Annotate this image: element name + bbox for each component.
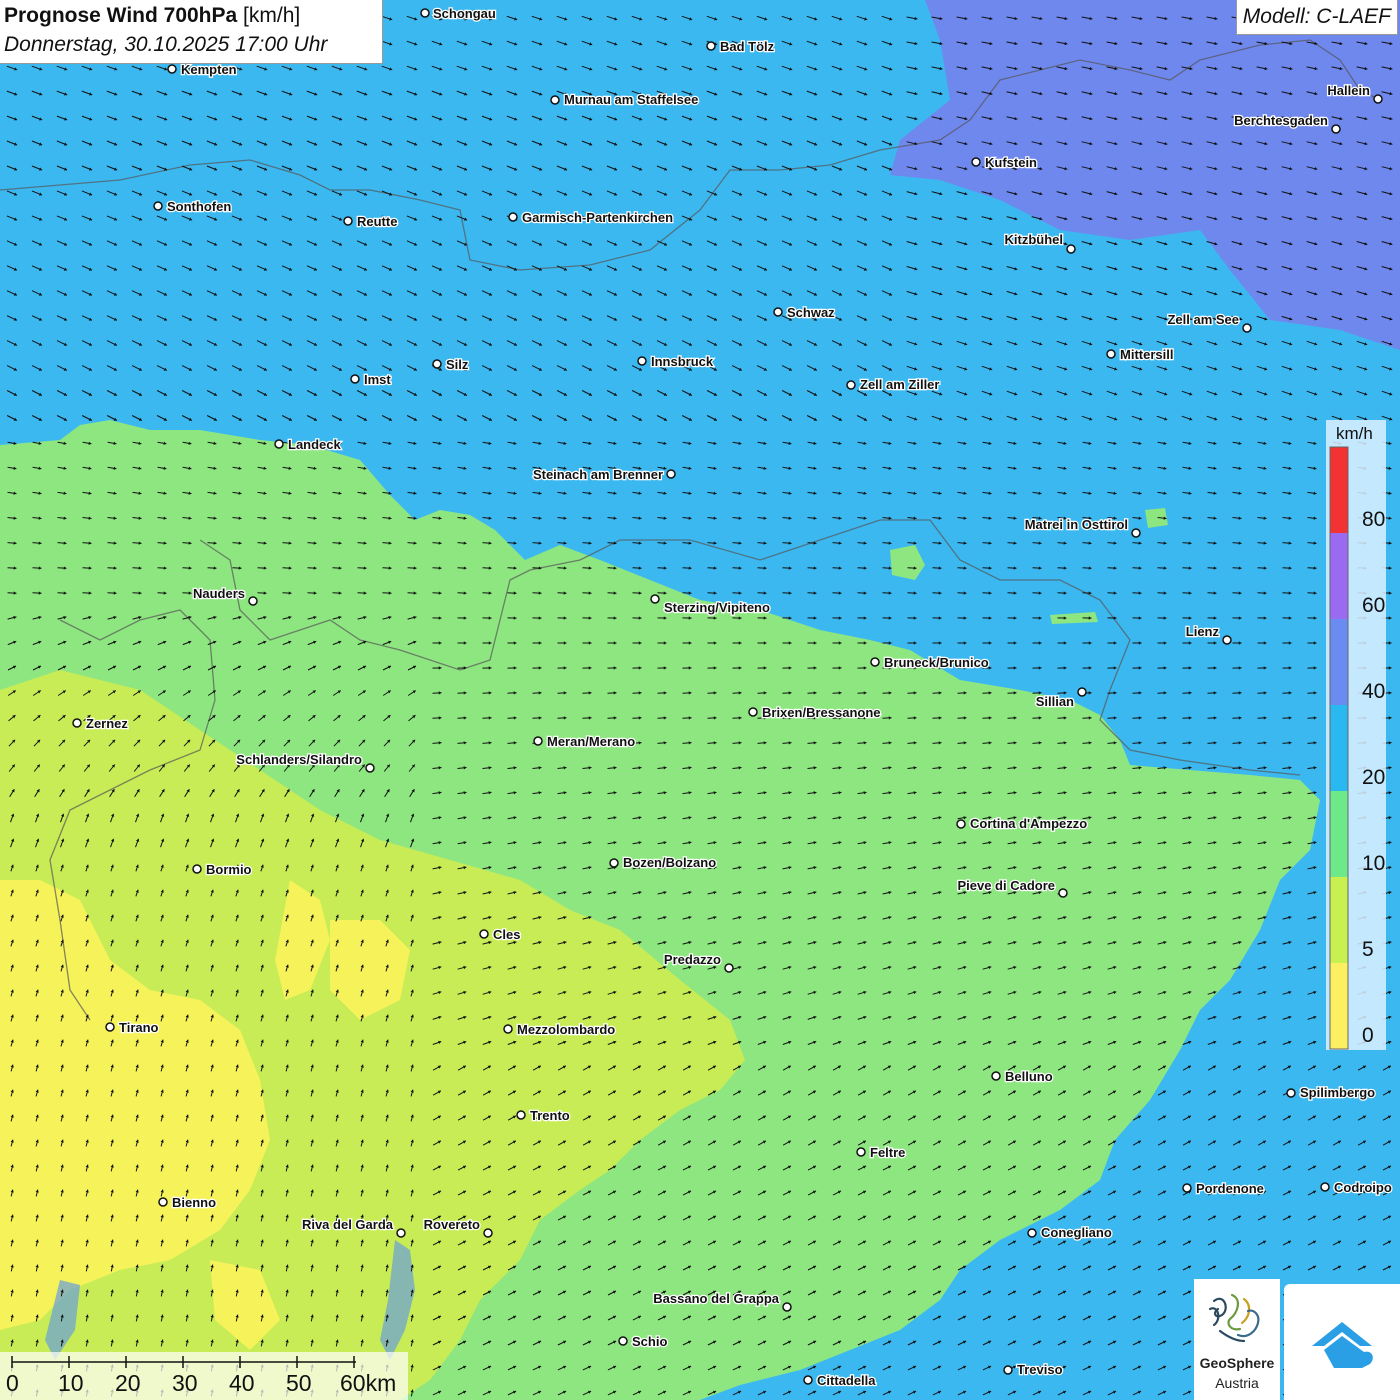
wind-map: SchongauBad TölzKemptenMurnau am Staffel… [0, 0, 1400, 1400]
